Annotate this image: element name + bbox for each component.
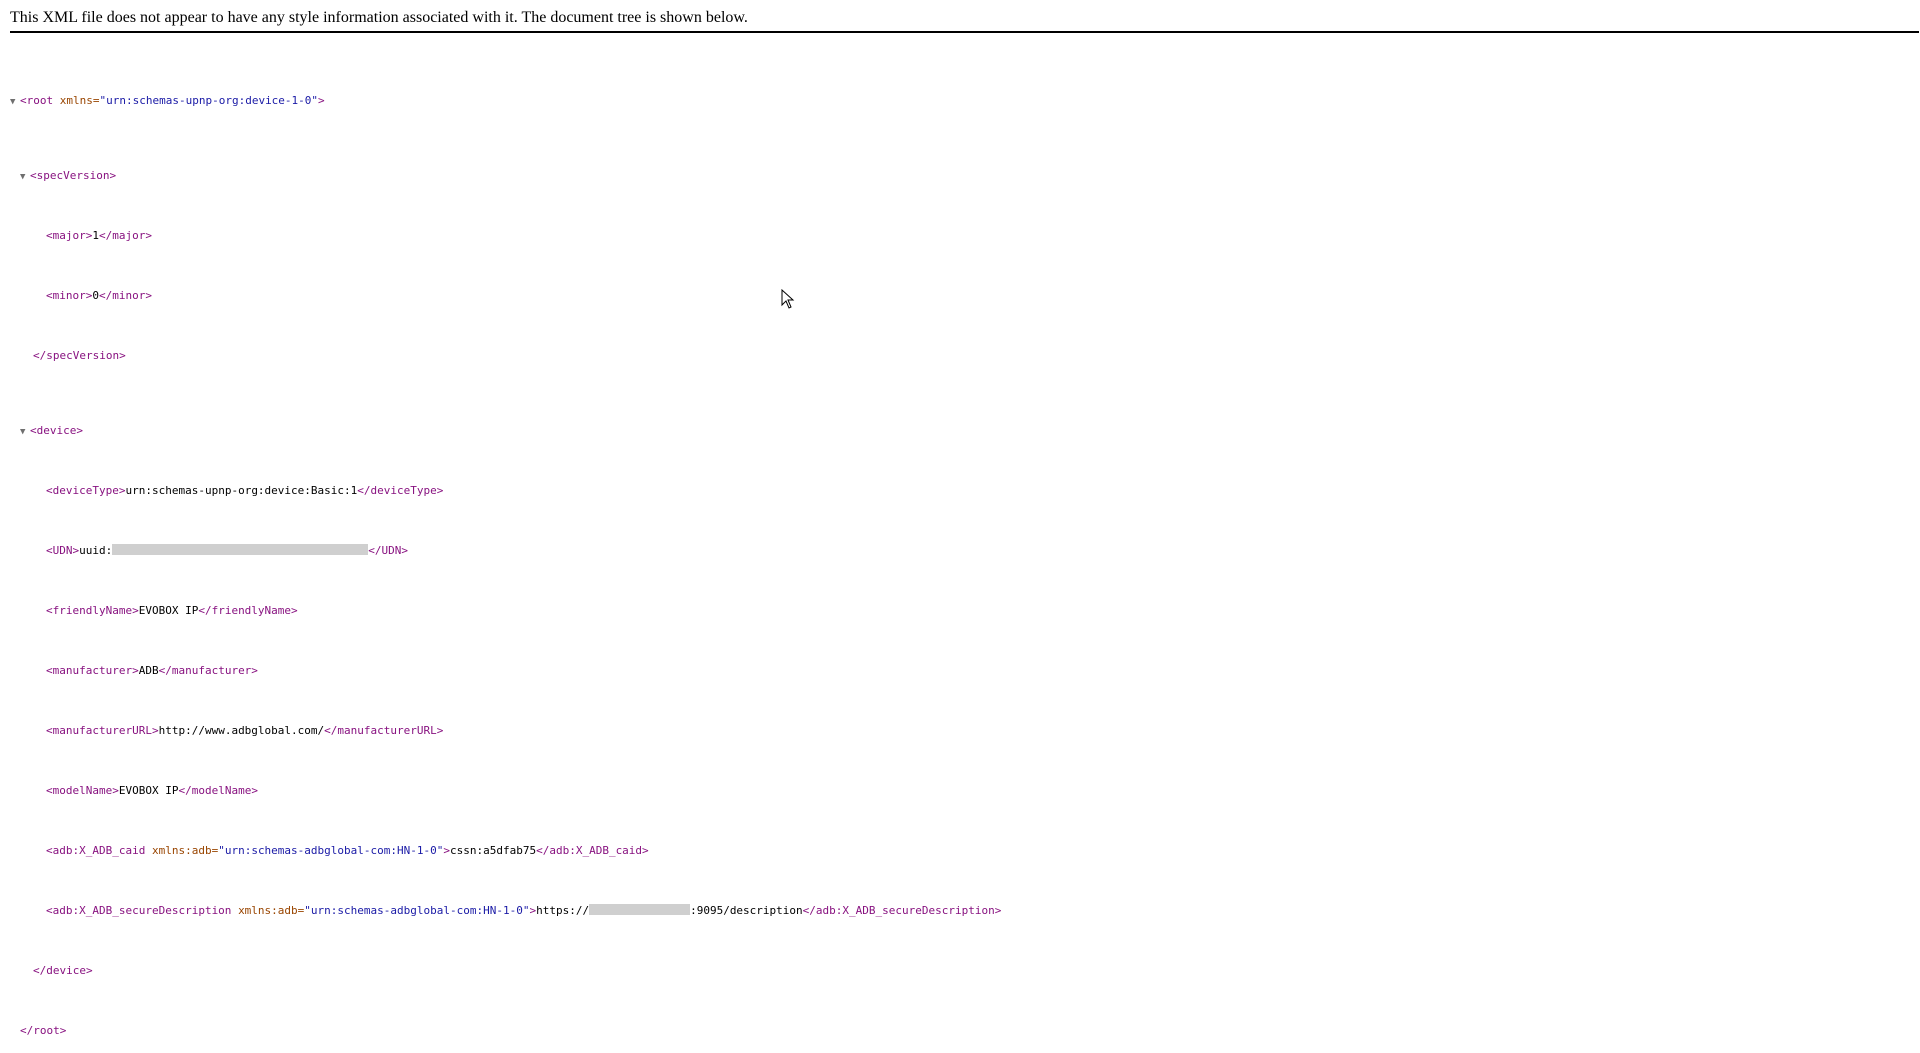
xml-tag: </specVersion>	[33, 349, 126, 362]
xml-tag: <adb:X_ADB_caid	[46, 844, 146, 857]
xml-text: :9095/description	[690, 904, 803, 917]
xml-tag: </adb:X_ADB_secureDescription>	[802, 904, 1002, 917]
collapse-toggle-icon[interactable]: ▼	[20, 170, 30, 185]
collapse-toggle-icon[interactable]: ▼	[10, 95, 20, 110]
xml-tag: </modelName>	[178, 784, 258, 797]
xml-line-udn: <UDN>uuid: </UDN>	[10, 543, 1001, 558]
xml-tag: </deviceType>	[357, 484, 444, 497]
xml-tag: <friendlyName>	[46, 604, 139, 617]
xml-line-securedescription: <adb:X_ADB_secureDescription xmlns:adb="…	[10, 903, 1001, 918]
xml-document-tree: ▼ <root xmlns="urn:schemas-upnp-org:devic…	[10, 48, 1001, 1053]
xml-line-devicetype: <deviceType>urn:schemas-upnp-org:device:…	[10, 483, 1001, 498]
xml-text: cssn:a5dfab75	[450, 844, 537, 857]
xml-tag: </root>	[20, 1024, 67, 1037]
xml-line-root-open: ▼ <root xmlns="urn:schemas-upnp-org:devic…	[10, 93, 1001, 108]
xml-line-caid: <adb:X_ADB_caid xmlns:adb="urn:schemas-a…	[10, 843, 1001, 858]
redacted-host	[589, 904, 691, 915]
xml-text: urn:schemas-upnp-org:device:Basic:1	[125, 484, 358, 497]
xml-attr-name: xmlns:adb=	[151, 844, 219, 857]
xml-tag: <UDN>	[46, 544, 80, 557]
xml-text: https://	[536, 904, 590, 917]
xml-tag: </UDN>	[368, 544, 408, 557]
xml-text: http://www.adbglobal.com/	[158, 724, 325, 737]
xml-tag: </major>	[98, 229, 152, 242]
xml-attr-value: "urn:schemas-upnp-org:device-1-0"	[99, 94, 319, 107]
xml-tag: <major>	[46, 229, 93, 242]
xml-text: ADB	[138, 664, 159, 677]
xml-line-specversion-close: </specVersion>	[10, 348, 1001, 363]
xml-attr-name: xmlns:adb=	[238, 904, 305, 917]
xml-tag: </device>	[33, 964, 93, 977]
xml-attr-value: "urn:schemas-adbglobal-com:HN-1-0"	[218, 844, 444, 857]
xml-line-device-close: </device>	[10, 963, 1001, 978]
xml-attr-name: xmlns=	[59, 94, 100, 107]
mouse-pointer-icon	[781, 289, 795, 309]
xml-tag: >	[443, 844, 450, 857]
xml-tag: <deviceType>	[46, 484, 126, 497]
xml-tag: <device>	[30, 424, 83, 437]
xml-line-specversion-open: ▼ <specVersion>	[10, 168, 1001, 183]
xml-line-root-close: </root>	[10, 1023, 1001, 1038]
xml-line-device-open: ▼ <device>	[10, 423, 1001, 438]
xml-tag: >	[318, 94, 325, 107]
xml-line-minor: <minor>0</minor>	[10, 288, 1001, 303]
xml-line-manufacturer: <manufacturer>ADB</manufacturer>	[10, 663, 1001, 678]
collapse-toggle-icon[interactable]: ▼	[20, 425, 30, 440]
xml-tag: <adb:X_ADB_secureDescription	[46, 904, 232, 917]
redacted-uuid	[112, 544, 369, 555]
xml-tag: <manufacturer>	[46, 664, 139, 677]
xml-tag: <root	[20, 94, 54, 107]
xml-text: EVOBOX IP	[118, 784, 179, 797]
xml-tag: </manufacturer>	[158, 664, 258, 677]
xml-line-modelname: <modelName>EVOBOX IP</modelName>	[10, 783, 1001, 798]
xml-text: 0	[92, 289, 99, 302]
xml-line-friendlyname: <friendlyName>EVOBOX IP</friendlyName>	[10, 603, 1001, 618]
xml-tag: </friendlyName>	[198, 604, 298, 617]
xml-text: uuid:	[79, 544, 113, 557]
xml-line-major: <major>1</major>	[10, 228, 1001, 243]
xml-tag: <manufacturerURL>	[46, 724, 159, 737]
xml-tag: </manufacturerURL>	[324, 724, 444, 737]
xml-tag: <specVersion>	[30, 169, 117, 182]
xml-line-manufacturerurl: <manufacturerURL>http://www.adbglobal.co…	[10, 723, 1001, 738]
xml-attr-value: "urn:schemas-adbglobal-com:HN-1-0"	[304, 904, 530, 917]
xml-tag: <minor>	[46, 289, 93, 302]
xml-tag: </minor>	[98, 289, 152, 302]
xml-style-notice: This XML file does not appear to have an…	[10, 8, 1919, 33]
xml-tag: <modelName>	[46, 784, 119, 797]
xml-text: EVOBOX IP	[138, 604, 199, 617]
xml-tag: </adb:X_ADB_caid>	[536, 844, 649, 857]
xml-text: 1	[92, 229, 99, 242]
